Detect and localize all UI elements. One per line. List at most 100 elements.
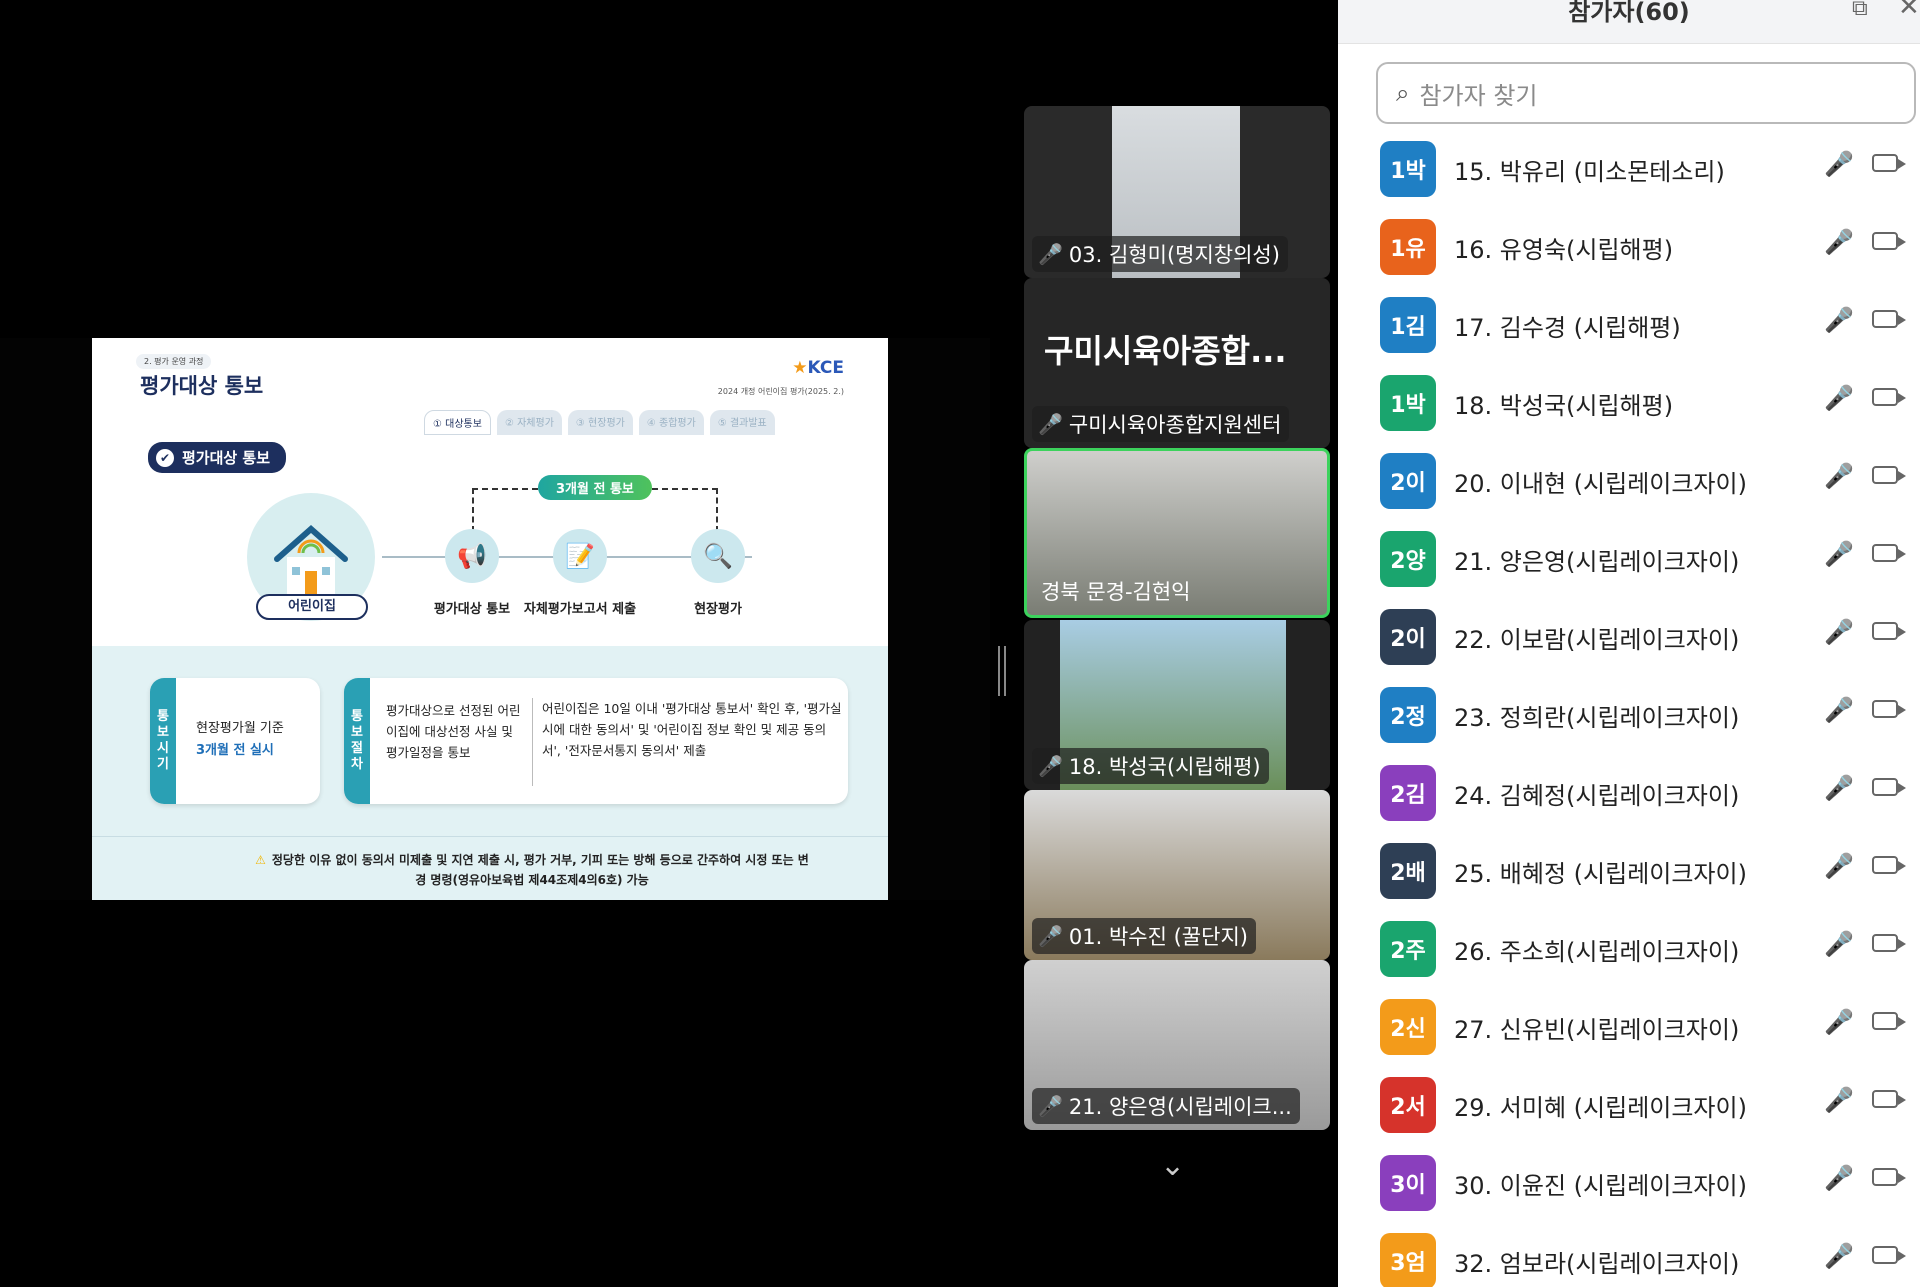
avatar: 2정 — [1380, 687, 1436, 743]
video-tile[interactable]: 🎤 03. 김형미(명지창의성) — [1024, 106, 1330, 278]
step-label: 자체평가보고서 제출 — [523, 602, 637, 617]
mic-muted-icon[interactable]: 🎤 — [1824, 462, 1854, 490]
participant-name: 30. 이윤진 (시립레이크자이) — [1454, 1172, 1747, 1200]
slide-tabs: ① 대상통보 ② 자체평가 ③ 현장평가 ④ 종합평가 ⑤ 결과발표 — [424, 410, 775, 435]
video-name: 18. 박성국(시립해평) — [1068, 755, 1261, 779]
mic-muted-icon[interactable]: 🎤 — [1824, 228, 1854, 256]
participant-name: 23. 정희란(시립레이크자이) — [1454, 704, 1740, 732]
mic-muted-icon[interactable]: 🎤 — [1824, 1008, 1854, 1036]
mic-muted-icon[interactable]: 🎤 — [1824, 618, 1854, 646]
participant-row[interactable]: 1김 17. 김수경 (시립해평) 🎤 — [1338, 286, 1920, 364]
video-name: 경북 문경-김현익 — [1041, 580, 1191, 604]
participant-name: 22. 이보람(시립레이크자이) — [1454, 626, 1740, 654]
camera-icon[interactable] — [1872, 1246, 1906, 1264]
timing-line2: 3개월 전 실시 — [196, 743, 274, 758]
close-icon[interactable]: ✕ — [1898, 0, 1920, 22]
avatar: 2주 — [1380, 921, 1436, 977]
kce-logo: ★KCE — [792, 358, 844, 378]
camera-icon[interactable] — [1872, 310, 1906, 328]
participant-row[interactable]: 2양 21. 양은영(시립레이크자이) 🎤 — [1338, 520, 1920, 598]
slide-title: 평가대상 통보 — [140, 374, 264, 398]
mic-muted-icon[interactable]: 🎤 — [1824, 384, 1854, 412]
participant-row[interactable]: 2주 26. 주소희(시립레이크자이) 🎤 — [1338, 910, 1920, 988]
participant-row[interactable]: 1박 18. 박성국(시립해평) 🎤 — [1338, 364, 1920, 442]
panel-title: 참가자(60) — [1568, 0, 1690, 26]
avatar: 3엄 — [1380, 1233, 1436, 1287]
presentation-slide: 2. 평가 운영 과정 평가대상 통보 ★KCE 2024 개정 어린이집 평가… — [92, 338, 888, 900]
avatar: 2서 — [1380, 1077, 1436, 1133]
heading-text: 평가대상 통보 — [182, 449, 271, 467]
participant-name: 20. 이내현 (시립레이크자이) — [1454, 470, 1747, 498]
procedure-left: 평가대상으로 선정된 어린이집에 대상선정 사실 및 평가일정을 통보 — [386, 703, 521, 760]
popout-icon[interactable]: ⧉ — [1852, 0, 1868, 21]
participant-row[interactable]: 1유 16. 유영숙(시립해평) 🎤 — [1338, 208, 1920, 286]
mic-muted-icon: 🎤 — [1038, 242, 1063, 266]
mic-muted-icon[interactable]: 🎤 — [1824, 852, 1854, 880]
camera-icon[interactable] — [1872, 544, 1906, 562]
camera-icon[interactable] — [1872, 856, 1906, 874]
camera-icon[interactable] — [1872, 934, 1906, 952]
participant-name: 15. 박유리 (미소몬테소리) — [1454, 158, 1725, 186]
participant-name: 27. 신유빈(시립레이크자이) — [1454, 1016, 1740, 1044]
mic-muted-icon[interactable]: 🎤 — [1824, 1242, 1854, 1270]
mic-muted-icon[interactable]: 🎤 — [1824, 774, 1854, 802]
camera-icon[interactable] — [1872, 154, 1906, 172]
mic-muted-icon[interactable]: 🎤 — [1824, 930, 1854, 958]
participant-row[interactable]: 2신 27. 신유빈(시립레이크자이) 🎤 — [1338, 988, 1920, 1066]
megaphone-icon: 📢 — [445, 529, 499, 583]
camera-icon[interactable] — [1872, 700, 1906, 718]
mic-muted-icon[interactable]: 🎤 — [1824, 696, 1854, 724]
search-placeholder: 참가자 찾기 — [1419, 81, 1538, 110]
mic-muted-icon[interactable]: 🎤 — [1824, 1086, 1854, 1114]
camera-icon[interactable] — [1872, 466, 1906, 484]
slide-tab: ① 대상통보 — [424, 410, 491, 435]
step-label: 현장평가 — [694, 602, 742, 617]
mic-muted-icon: 🎤 — [1038, 924, 1063, 948]
timing-tab: 통보시기 — [150, 678, 176, 804]
video-big-name: 구미시육아종합... — [1044, 332, 1287, 370]
video-tile[interactable]: 🎤 21. 양은영(시립레이크... — [1024, 960, 1330, 1130]
slide-subtitle: 2024 개정 어린이집 평가(2025. 2.) — [717, 387, 844, 396]
participant-search[interactable]: ⌕ 참가자 찾기 — [1376, 62, 1916, 124]
participant-row[interactable]: 3이 30. 이윤진 (시립레이크자이) 🎤 — [1338, 1144, 1920, 1222]
timing-line1: 현장평가월 기준 — [196, 721, 284, 736]
camera-icon[interactable] — [1872, 778, 1906, 796]
slide-section: 2. 평가 운영 과정 — [136, 354, 212, 369]
video-name: 03. 김형미(명지창의성) — [1068, 243, 1280, 267]
participant-row[interactable]: 2이 20. 이내현 (시립레이크자이) 🎤 — [1338, 442, 1920, 520]
participant-name: 18. 박성국(시립해평) — [1454, 392, 1674, 420]
participant-row[interactable]: 2이 22. 이보람(시립레이크자이) 🎤 — [1338, 598, 1920, 676]
avatar: 1박 — [1380, 141, 1436, 197]
camera-icon[interactable] — [1872, 1168, 1906, 1186]
slide-tab: ② 자체평가 — [496, 410, 562, 435]
mic-muted-icon[interactable]: 🎤 — [1824, 306, 1854, 334]
video-name: 21. 양은영(시립레이크... — [1068, 1095, 1292, 1119]
camera-icon[interactable] — [1872, 622, 1906, 640]
video-tile-active[interactable]: 경북 문경-김현익 — [1024, 448, 1330, 618]
avatar: 2양 — [1380, 531, 1436, 587]
video-tile[interactable]: 🎤 01. 박수진 (꿀단지) — [1024, 790, 1330, 960]
participant-row[interactable]: 2김 24. 김혜정(시립레이크자이) 🎤 — [1338, 754, 1920, 832]
mic-muted-icon: 🎤 — [1038, 412, 1063, 436]
camera-icon[interactable] — [1872, 388, 1906, 406]
participant-row[interactable]: 3엄 32. 엄보라(시립레이크자이) 🎤 — [1338, 1222, 1920, 1287]
participant-row[interactable]: 2정 23. 정희란(시립레이크자이) 🎤 — [1338, 676, 1920, 754]
camera-icon[interactable] — [1872, 1012, 1906, 1030]
participant-row[interactable]: 1박 15. 박유리 (미소몬테소리) 🎤 — [1338, 130, 1920, 208]
participant-row[interactable]: 2배 25. 배혜정 (시립레이크자이) 🎤 — [1338, 832, 1920, 910]
mic-muted-icon[interactable]: 🎤 — [1824, 150, 1854, 178]
video-name: 01. 박수진 (꿀단지) — [1068, 925, 1248, 949]
video-name: 구미시육아종합지원센터 — [1068, 413, 1282, 437]
video-tile[interactable]: 구미시육아종합... 🎤 구미시육아종합지원센터 — [1024, 278, 1330, 448]
mic-muted-icon[interactable]: 🎤 — [1824, 1164, 1854, 1192]
avatar: 2이 — [1380, 609, 1436, 665]
video-gallery: 🎤 03. 김형미(명지창의성) 구미시육아종합... 🎤 구미시육아종합지원센터 … — [1024, 106, 1330, 1132]
resize-handle[interactable] — [998, 646, 1006, 696]
participant-row[interactable]: 2서 29. 서미혜 (시립레이크자이) 🎤 — [1338, 1066, 1920, 1144]
camera-icon[interactable] — [1872, 232, 1906, 250]
chevron-down-icon[interactable]: ⌄ — [1160, 1148, 1185, 1183]
camera-icon[interactable] — [1872, 1090, 1906, 1108]
mic-muted-icon[interactable]: 🎤 — [1824, 540, 1854, 568]
avatar: 2이 — [1380, 453, 1436, 509]
video-tile[interactable]: 🎤 18. 박성국(시립해평) — [1024, 620, 1330, 790]
